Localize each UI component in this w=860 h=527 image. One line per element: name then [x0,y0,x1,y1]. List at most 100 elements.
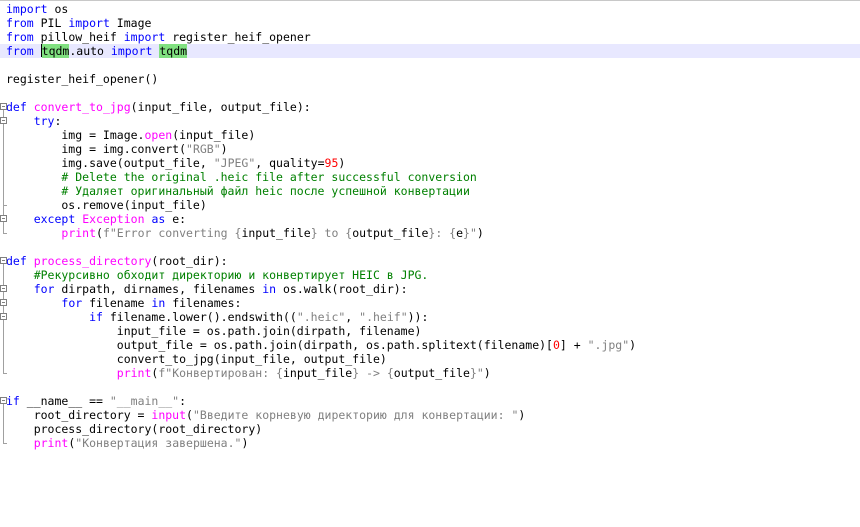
code-line[interactable]: def convert_to_jpg(input_file, output_fi… [0,100,860,114]
code-line[interactable]: os.remove(input_file) [0,198,860,212]
code-token: input_file = os.path.join(dirpath, filen… [6,324,422,338]
code-token: register_heif_opener() [6,72,159,86]
code-token: tqdm [159,44,188,58]
code-line-text: #Рекурсивно обходит директорию и конверт… [6,268,429,282]
code-token: }: { [428,226,457,240]
code-line[interactable] [0,240,860,254]
code-line-text: input_file = os.path.join(dirpath, filen… [6,324,422,338]
code-token: "Введите корневую директорию для конверт… [192,408,519,422]
code-token: os.walk(root_dir): [276,282,408,296]
fold-toggle-icon[interactable] [0,103,7,110]
fold-toggle-icon[interactable] [0,117,7,124]
code-line[interactable]: register_heif_opener() [0,72,860,86]
code-line[interactable]: if __name__ == "__main__": [0,394,860,408]
code-token: # Удаляет оригинальный файл heic после у… [6,184,470,198]
code-token: print [61,226,97,240]
code-line-text: convert_to_jpg(input_file, output_file) [6,352,387,366]
fold-toggle-icon[interactable] [0,299,7,306]
code-line[interactable]: convert_to_jpg(input_file, output_file) [0,352,860,366]
code-line[interactable]: from tqdm.auto import tqdm [0,44,860,58]
code-token: filenames: [165,296,242,310]
fold-toggle-icon[interactable] [0,397,7,404]
code-line[interactable] [0,380,860,394]
code-token: e [456,226,464,240]
code-token: ( [96,226,103,240]
code-line[interactable]: img.save(output_file, "JPEG", quality=95… [0,156,860,170]
code-line[interactable]: img = Image.open(input_file) [0,128,860,142]
code-token: ) [476,226,484,240]
code-token: def [6,254,27,268]
code-token: "Конвертация завершена." [75,436,242,450]
fold-toggle-icon[interactable] [0,313,7,320]
code-token: __name__ == [19,394,110,408]
code-token: in [151,296,166,310]
code-line-text: os.remove(input_file) [6,198,207,212]
code-line[interactable]: for dirpath, dirnames, filenames in os.w… [0,282,860,296]
code-token: (root_dir): [151,254,228,268]
code-line[interactable]: process_directory(root_directory) [0,422,860,436]
code-line-text: if filename.lower().endswith((".heic", "… [6,310,428,324]
code-editor[interactable]: import os from PIL import Image from pillo… [0,2,860,527]
fold-guide-line [3,222,4,233]
code-line[interactable] [0,86,860,100]
code-line-text: print(f"Конвертирован: {input_file} -> {… [6,366,491,380]
code-line-text: img = Image.open(input_file) [6,128,255,142]
code-line[interactable]: except Exception as e: [0,212,860,226]
code-line-text: import os [6,2,68,16]
code-line[interactable]: # Удаляет оригинальный файл heic после у… [0,184,860,198]
code-token: from [6,16,34,30]
code-line[interactable]: from pillow_heif import register_heif_op… [0,30,860,44]
code-token: try [33,114,55,128]
code-line-text: except Exception as e: [6,212,186,226]
code-token: PIL [33,16,69,30]
code-token: input_file [282,366,353,380]
code-line[interactable]: print("Конвертация завершена.") [0,436,860,450]
fold-toggle-icon[interactable] [0,257,7,264]
code-token: os.remove(input_file) [6,198,207,212]
code-token: ) [338,156,346,170]
code-line[interactable]: #Рекурсивно обходит директорию и конверт… [0,268,860,282]
code-line[interactable]: import os [0,2,860,16]
fold-toggle-icon[interactable] [0,215,7,222]
code-token: (input_file) [172,128,256,142]
code-token: in [262,282,277,296]
code-line[interactable]: from PIL import Image [0,16,860,30]
code-token: root_directory = [6,408,152,422]
code-line-text: print(f"Error converting {input_file} to… [6,226,484,240]
code-token: f"Error converting { [102,226,242,240]
code-line-text: process_directory(root_directory) [6,422,263,436]
code-token: for [33,282,55,296]
code-line[interactable]: if filename.lower().endswith((".heic", "… [0,310,860,324]
code-token: convert_to_jpg(input_file, output_file) [6,352,387,366]
code-line[interactable]: def process_directory(root_dir): [0,254,860,268]
code-token: ".jpg" [587,338,630,352]
code-line[interactable]: try: [0,114,860,128]
code-line[interactable]: input_file = os.path.join(dirpath, filen… [0,324,860,338]
code-line-text: output_file = os.path.join(dirpath, os.p… [6,338,636,352]
code-token: pillow_heif [33,30,124,44]
code-line[interactable]: root_directory = input("Введите корневую… [0,408,860,422]
code-token: ) [483,366,491,380]
code-line[interactable]: print(f"Error converting {input_file} to… [0,226,860,240]
code-line[interactable] [0,58,860,72]
code-line[interactable]: for filename in filenames: [0,296,860,310]
code-line[interactable]: # Delete the original .heic file after s… [0,170,860,184]
code-token: input [151,408,187,422]
code-token: ) [518,408,526,422]
code-line[interactable]: print(f"Конвертирован: {input_file} -> {… [0,366,860,380]
code-line[interactable]: output_file = os.path.join(dirpath, os.p… [0,338,860,352]
code-line[interactable]: img = img.convert("RGB") [0,142,860,156]
code-token: convert_to_jpg [33,100,131,114]
code-token: ) [241,436,249,450]
fold-toggle-icon[interactable] [0,285,7,292]
code-token: for [61,296,83,310]
code-line-text: for dirpath, dirnames, filenames in os.w… [6,282,408,296]
code-token: ) [220,142,228,156]
code-token: as [151,212,166,226]
code-token: } to { [310,226,353,240]
code-token: }" [463,226,477,240]
